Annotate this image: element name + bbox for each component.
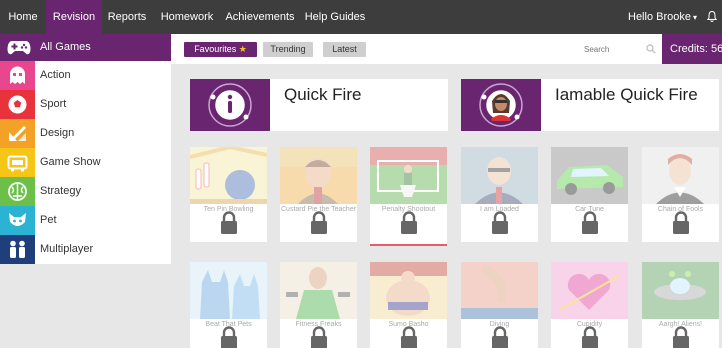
sidebar-item-label: Strategy — [40, 185, 81, 197]
sidebar-item-design[interactable]: Design — [0, 119, 171, 148]
nav-revision[interactable]: Revision — [46, 0, 102, 34]
avatar-icon — [479, 83, 523, 127]
lock-icon — [582, 211, 598, 234]
game-tile-fitness-freaks[interactable]: Fitness Freaks — [280, 262, 357, 348]
game-thumbnail — [370, 262, 447, 319]
game-thumbnail — [551, 147, 628, 204]
featured-quick-fire[interactable]: Quick Fire — [190, 79, 448, 131]
lock-icon — [492, 211, 508, 234]
sidebar-item-sport[interactable]: Sport — [0, 90, 171, 119]
nav-reports[interactable]: Reports — [102, 0, 152, 34]
featured-badge — [190, 79, 270, 131]
lock-icon — [311, 211, 327, 234]
sidebar-item-action[interactable]: Action — [0, 61, 171, 90]
sidebar-item-all-games[interactable]: All Games — [0, 34, 171, 61]
people-icon — [10, 240, 25, 258]
filter-bar: Favourites ★ Trending Latest Credits: 56… — [171, 34, 722, 64]
nav-help-guides[interactable]: Help Guides — [298, 0, 372, 34]
sidebar-item-game-show[interactable]: Game Show — [0, 148, 171, 177]
lock-icon — [401, 211, 417, 234]
nav-achievements[interactable]: Achievements — [222, 0, 298, 34]
sidebar-item-label: Multiplayer — [40, 243, 94, 255]
top-nav: Home Revision Reports Homework Achieveme… — [0, 0, 722, 34]
lock-icon — [673, 326, 689, 348]
game-tile-diving[interactable]: Diving — [461, 262, 538, 348]
lock-icon — [221, 211, 237, 234]
tab-latest[interactable]: Latest — [323, 42, 366, 57]
game-tile-custard-pie[interactable]: Custard Pie the Teacher — [280, 147, 357, 242]
lock-icon — [311, 326, 327, 348]
credits-badge: Credits: 560 — [662, 34, 722, 64]
tv-icon — [7, 155, 28, 172]
game-thumbnail — [280, 147, 357, 204]
game-thumbnail — [551, 262, 628, 319]
sidebar-item-pet[interactable]: Pet — [0, 206, 171, 235]
game-tile-beat-that-pets[interactable]: Beat That Pets — [190, 262, 267, 348]
sidebar-icon-box — [0, 148, 35, 177]
sidebar-icon-box — [0, 119, 35, 148]
sidebar-item-label: All Games — [40, 41, 91, 53]
game-tile-chain-of-fools[interactable]: Chain of Fools — [642, 147, 719, 242]
featured-iamable-quick-fire[interactable]: Iamable Quick Fire — [461, 79, 719, 131]
category-sidebar: All Games Action Sport Design Game Show … — [0, 34, 171, 264]
search-icon[interactable] — [646, 44, 656, 54]
info-icon — [208, 83, 252, 127]
lock-icon — [582, 326, 598, 348]
sidebar-icon-box — [0, 206, 35, 235]
sidebar-item-strategy[interactable]: Strategy — [0, 177, 171, 206]
featured-title: Iamable Quick Fire — [555, 85, 698, 104]
lock-icon — [492, 326, 508, 348]
sidebar-item-label: Sport — [40, 98, 67, 110]
tab-favourites[interactable]: Favourites ★ — [184, 42, 257, 57]
lock-icon — [673, 211, 689, 234]
design-icon — [9, 126, 26, 141]
game-thumbnail — [642, 147, 719, 204]
sidebar-item-label: Design — [40, 127, 75, 139]
sidebar-icon-box — [0, 61, 35, 90]
sidebar-item-label: Action — [40, 69, 71, 81]
game-thumbnail — [461, 147, 538, 204]
game-thumbnail — [190, 147, 267, 204]
game-thumbnail — [642, 262, 719, 319]
game-tile-penalty-shootout[interactable]: Penalty Shootout — [370, 147, 447, 246]
brain-icon — [8, 182, 27, 201]
bell-icon[interactable] — [707, 11, 717, 22]
ghost-icon — [10, 66, 25, 84]
football-icon — [8, 95, 27, 114]
game-tile-sumo-basho[interactable]: Sumo Basho — [370, 262, 447, 348]
game-tile-ten-pin-bowling[interactable]: Ten Pin Bowling — [190, 147, 267, 242]
tab-label: Favourites — [194, 44, 237, 54]
sidebar-icon-box — [0, 177, 35, 206]
game-tile-aargh-aliens[interactable]: Aargh! Aliens! — [642, 262, 719, 348]
user-menu[interactable]: Hello Brooke ▾ — [628, 0, 697, 34]
star-icon: ★ — [238, 44, 247, 54]
sidebar-item-label: Pet — [40, 214, 57, 226]
sidebar-icon-box — [0, 235, 35, 264]
lock-icon — [221, 326, 237, 348]
sidebar-icon-box — [0, 90, 35, 119]
nav-homework[interactable]: Homework — [152, 0, 222, 34]
featured-badge — [461, 79, 541, 131]
featured-title: Quick Fire — [284, 85, 362, 104]
game-thumbnail — [190, 262, 267, 319]
game-thumbnail — [280, 262, 357, 319]
sidebar-item-label: Game Show — [40, 156, 101, 168]
game-tile-car-tune[interactable]: Car Tune — [551, 147, 628, 242]
game-tile-cupidity[interactable]: Cupidity — [551, 262, 628, 348]
game-tile-i-am-loaded[interactable]: I am Loaded — [461, 147, 538, 242]
cat-icon — [9, 213, 26, 226]
gamepad-icon — [7, 41, 31, 55]
game-thumbnail — [370, 147, 447, 204]
game-thumbnail — [461, 262, 538, 319]
tab-trending[interactable]: Trending — [263, 42, 313, 57]
nav-home[interactable]: Home — [0, 0, 46, 34]
sidebar-item-multiplayer[interactable]: Multiplayer — [0, 235, 171, 264]
chevron-down-icon: ▾ — [692, 13, 697, 22]
lock-icon — [401, 326, 417, 348]
user-greeting: Hello Brooke — [628, 11, 691, 23]
